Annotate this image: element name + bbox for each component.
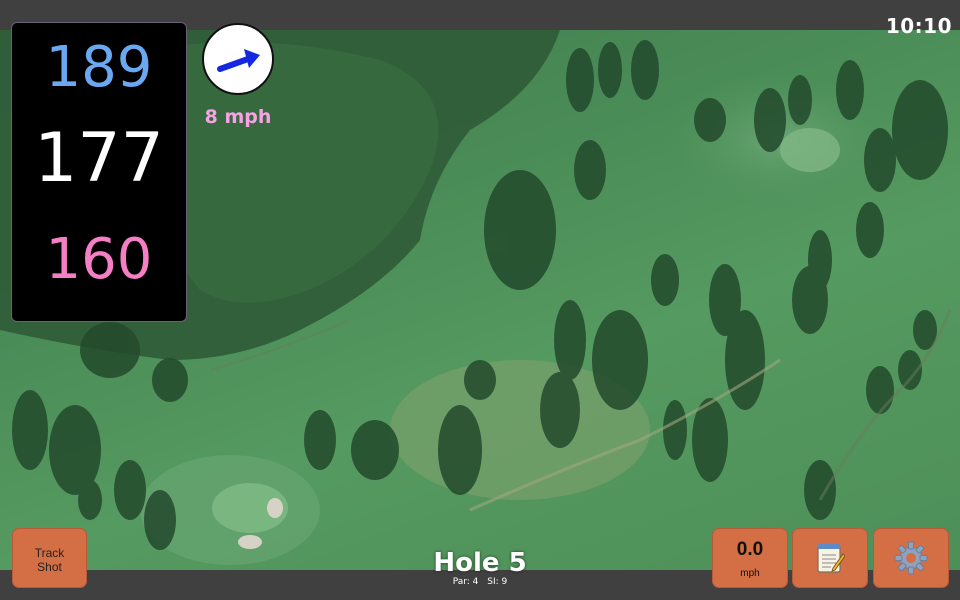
hole-title: Hole 5 [433,548,527,578]
wind-speed-label: 8 mph [204,106,272,128]
wind-button-unit: mph [740,568,760,579]
front-distance-value: 160 [45,227,153,292]
center-distance: 177 [12,125,186,232]
notepad-icon [817,544,845,573]
center-distance-value: 177 [34,119,164,198]
notes-button[interactable] [792,528,868,588]
wind-button-value: 0.0 [736,539,764,560]
hole-par: Par: 4 [452,577,479,587]
front-distance: 160 [12,232,186,320]
track-shot-button[interactable]: Track Shot [12,528,87,588]
hole-meta: Par: 4 SI: 9 [380,577,580,587]
track-shot-label-line2: Shot [37,560,62,574]
wind-direction-dial [202,23,274,95]
track-shot-label-line1: Track [34,546,65,560]
back-distance-value: 189 [45,35,153,100]
settings-button[interactable] [873,528,949,588]
wind-arrow-icon [217,49,260,72]
wind-speed-button[interactable]: 0.0 mph [712,528,788,588]
hole-stroke-index: SI: 9 [487,577,508,587]
gear-icon [894,541,928,575]
distance-panel: 189 177 160 [11,22,187,322]
clock: 10:10 [885,14,952,38]
